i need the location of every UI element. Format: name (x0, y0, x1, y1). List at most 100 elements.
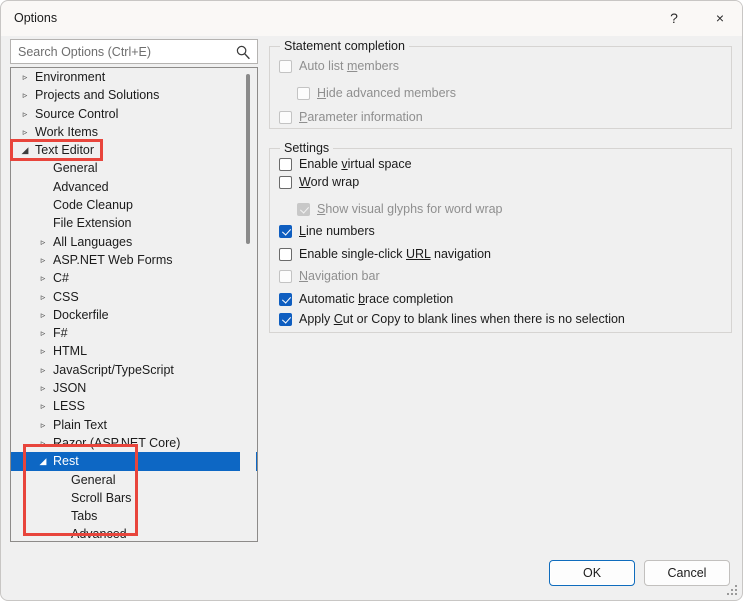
options-dialog: Options ? × Search Options (Ctrl+E) ▹ Env… (0, 0, 743, 601)
tree-node-json[interactable]: ▹ JSON (11, 379, 257, 397)
checkbox-enable-virtual-space[interactable]: Enable virtual space (279, 155, 412, 173)
expander-collapsed-icon[interactable]: ▹ (19, 86, 31, 104)
tree-node-environment[interactable]: ▹ Environment (11, 68, 257, 86)
accelerator-key: b (358, 292, 366, 306)
cancel-button[interactable]: Cancel (644, 560, 730, 586)
checkbox-checked-icon[interactable] (279, 292, 292, 306)
tree-node-label: Advanced (53, 179, 109, 194)
tree-node-file-extension[interactable]: File Extension (11, 214, 257, 232)
tree-node-work-items[interactable]: ▹ Work Items (11, 123, 257, 141)
accelerator-key: C (333, 312, 343, 326)
tree-node-scroll-bars[interactable]: Scroll Bars (11, 489, 257, 507)
checkbox-parameter-information: Parameter information (279, 108, 423, 126)
tree-node-general[interactable]: General (11, 471, 257, 489)
tree-node-label: Projects and Solutions (35, 88, 160, 103)
tree-node-label: Dockerfile (53, 307, 109, 322)
tree-node-plain-text[interactable]: ▹ Plain Text (11, 416, 257, 434)
checkbox-enable-single-click-url-navigation[interactable]: Enable single-click URL navigation (279, 245, 491, 263)
accelerator-key: URL (406, 247, 431, 261)
tree-node-label: Code Cleanup (53, 198, 133, 213)
accelerator-key: S (317, 202, 326, 216)
checkbox-unchecked-icon (279, 59, 292, 73)
tree-node-c[interactable]: ▹ C# (11, 269, 257, 287)
checkbox-word-wrap[interactable]: Word wrap (279, 173, 359, 191)
expander-expanded-icon[interactable]: ◢ (19, 141, 31, 159)
checkbox-hide-advanced-members: Hide advanced members (297, 84, 456, 102)
checkbox-label: Show visual glyphs for word wrap (317, 202, 503, 216)
accelerator-key: v (341, 157, 348, 171)
checkbox-unchecked-icon[interactable] (279, 175, 292, 189)
tree-scrollbar[interactable] (240, 68, 256, 541)
tree-node-dockerfile[interactable]: ▹ Dockerfile (11, 306, 257, 324)
expander-collapsed-icon[interactable]: ▹ (37, 324, 49, 342)
tree-node-razor-asp-net-core[interactable]: ▹ Razor (ASP.NET Core) (11, 434, 257, 452)
checkbox-checked-icon (297, 202, 310, 216)
resize-grip[interactable] (727, 585, 739, 597)
checkbox-navigation-bar: Navigation bar (279, 267, 380, 285)
checkbox-show-visual-glyphs-for-word-wrap: Show visual glyphs for word wrap (297, 200, 503, 218)
tree-node-code-cleanup[interactable]: Code Cleanup (11, 196, 257, 214)
expander-collapsed-icon[interactable]: ▹ (37, 269, 49, 287)
tree-node-asp-net-web-forms[interactable]: ▹ ASP.NET Web Forms (11, 251, 257, 269)
checkbox-unchecked-icon[interactable] (279, 157, 292, 171)
group-title: Statement completion (280, 39, 409, 53)
tree-node-text-editor[interactable]: ◢ Text Editor (11, 141, 257, 159)
tree-node-label: CSS (53, 289, 79, 304)
tree-node-label: HTML (53, 344, 88, 359)
checkbox-unchecked-icon (279, 110, 292, 124)
checkbox-label: Enable single-click URL navigation (299, 247, 492, 261)
expander-collapsed-icon[interactable]: ▹ (37, 416, 49, 434)
close-icon[interactable]: × (697, 1, 742, 35)
expander-collapsed-icon[interactable]: ▹ (37, 361, 49, 379)
tree-node-source-control[interactable]: ▹ Source Control (11, 105, 257, 123)
group-title: Settings (280, 141, 334, 155)
tree-node-label: Work Items (35, 124, 98, 139)
accelerator-key: m (346, 59, 358, 73)
checkbox-label: Parameter information (299, 110, 423, 124)
help-icon[interactable]: ? (651, 1, 697, 35)
expander-collapsed-icon[interactable]: ▹ (37, 342, 49, 360)
expander-expanded-icon[interactable]: ◢ (37, 452, 49, 470)
search-input[interactable]: Search Options (Ctrl+E) (10, 39, 258, 64)
tree-node-label: JavaScript/TypeScript (53, 362, 174, 377)
expander-collapsed-icon[interactable]: ▹ (37, 233, 49, 251)
expander-collapsed-icon[interactable]: ▹ (37, 251, 49, 269)
checkbox-line-numbers[interactable]: Line numbers (279, 222, 375, 240)
expander-collapsed-icon[interactable]: ▹ (37, 288, 49, 306)
expander-collapsed-icon[interactable]: ▹ (37, 434, 49, 452)
tree-node-label: Rest (53, 454, 79, 469)
checkbox-unchecked-icon[interactable] (279, 247, 292, 261)
expander-collapsed-icon[interactable]: ▹ (19, 68, 31, 86)
tree-node-rest[interactable]: ◢ Rest (11, 452, 257, 471)
tree-node-tabs[interactable]: Tabs (11, 507, 257, 525)
tree-node-all-languages[interactable]: ▹ All Languages (11, 233, 257, 251)
tree-node-label: F# (53, 326, 68, 341)
accelerator-key: P (299, 110, 308, 124)
expander-collapsed-icon[interactable]: ▹ (19, 123, 31, 141)
options-tree[interactable]: ▹ Environment ▹ Projects and Solutions ▹ Sour… (10, 67, 258, 542)
tree-node-advanced[interactable]: Advanced (11, 178, 257, 196)
tree-node-general[interactable]: General (11, 159, 257, 177)
checkbox-apply-cut-or-copy-to-blank-lines-when-there-is-no-selection[interactable]: Apply Cut or Copy to blank lines when th… (279, 310, 625, 328)
expander-collapsed-icon[interactable]: ▹ (37, 379, 49, 397)
tree-node-projects-and-solutions[interactable]: ▹ Projects and Solutions (11, 86, 257, 104)
expander-collapsed-icon[interactable]: ▹ (37, 306, 49, 324)
checkbox-unchecked-icon (279, 269, 292, 283)
checkbox-checked-icon[interactable] (279, 312, 292, 326)
tree-node-label: General (71, 472, 116, 487)
checkbox-automatic-brace-completion[interactable]: Automatic brace completion (279, 290, 453, 308)
expander-collapsed-icon[interactable]: ▹ (19, 105, 31, 123)
accelerator-key: H (317, 86, 327, 100)
tree-node-html[interactable]: ▹ HTML (11, 342, 257, 360)
tree-node-label: All Languages (53, 234, 133, 249)
tree-node-f[interactable]: ▹ F# (11, 324, 257, 342)
checkbox-checked-icon[interactable] (279, 224, 292, 238)
checkbox-label: Apply Cut or Copy to blank lines when th… (299, 312, 625, 326)
tree-node-less[interactable]: ▹ LESS (11, 397, 257, 415)
tree-node-advanced[interactable]: Advanced (11, 525, 257, 541)
expander-collapsed-icon[interactable]: ▹ (37, 397, 49, 415)
tree-node-css[interactable]: ▹ CSS (11, 288, 257, 306)
ok-button[interactable]: OK (549, 560, 635, 586)
tree-node-javascript-typescript[interactable]: ▹ JavaScript/TypeScript (11, 361, 257, 379)
tree-scrollbar-thumb[interactable] (246, 74, 250, 244)
